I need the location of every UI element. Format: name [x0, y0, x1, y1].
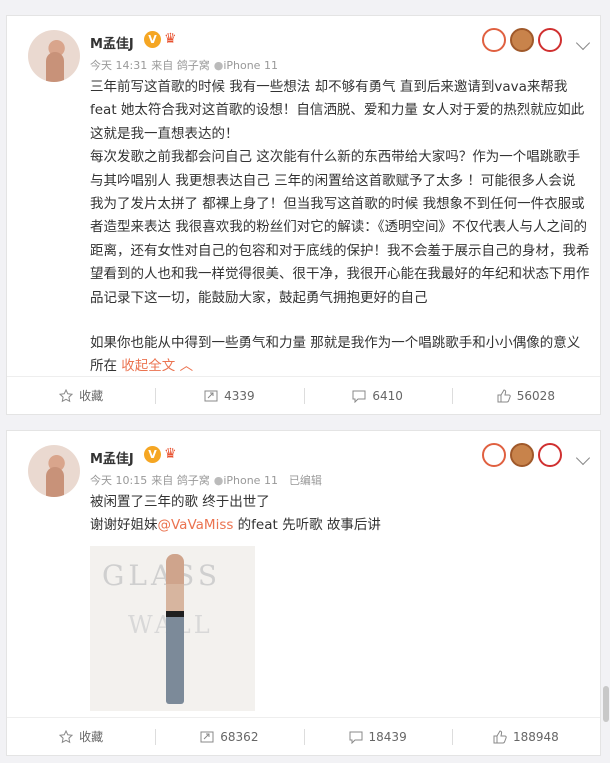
repost-button[interactable]: 68362: [155, 718, 303, 755]
droplet-icon: ●: [213, 474, 224, 487]
comment-count: 18439: [368, 729, 407, 744]
username[interactable]: M孟佳J: [90, 33, 134, 52]
repost-button[interactable]: 4339: [155, 377, 303, 414]
post-body: 三年前写这首歌的时候 我有一些想法 却不够有勇气 直到后来邀请到vava来帮我f…: [90, 76, 590, 379]
post-meta: 今天 14:31 来自 鸽子窝 ●iPhone 11: [90, 57, 282, 73]
chevron-down-icon[interactable]: [575, 35, 591, 51]
thumb-up-icon: [493, 729, 507, 743]
post-line-text: 的feat 先听歌 故事后讲: [233, 517, 381, 534]
collapse-label: 收起全文: [121, 358, 176, 375]
festive-decoration-icon: [482, 443, 562, 477]
post-line: 谢谢好姐妹@VaVaMiss 的feat 先听歌 故事后讲: [90, 514, 590, 537]
action-bar: 收藏 4339 6410 56028: [7, 376, 600, 414]
like-button[interactable]: 56028: [451, 377, 600, 414]
like-count: 188948: [512, 729, 559, 744]
verified-badge-icon: V: [144, 446, 161, 463]
post-source: 来自 鸽子窝: [151, 474, 210, 487]
verified-badge-icon: V: [144, 31, 161, 48]
festive-decoration-icon: [482, 28, 562, 62]
like-count: 56028: [516, 388, 555, 403]
favorite-button[interactable]: 收藏: [7, 718, 155, 755]
star-icon: [59, 388, 74, 402]
crown-icon: ♛: [164, 31, 177, 47]
post-device: iPhone 11: [223, 474, 278, 487]
crown-icon: ♛: [164, 446, 177, 462]
post-time[interactable]: 今天 14:31: [90, 59, 147, 72]
edited-label[interactable]: 已编辑: [289, 474, 322, 487]
repost-count: 68362: [220, 729, 259, 744]
post-device: iPhone 11: [223, 59, 278, 72]
favorite-label: 收藏: [79, 389, 104, 403]
post-line: 被闲置了三年的歌 终于出世了: [90, 494, 270, 510]
repost-icon: [204, 390, 218, 401]
collapse-text-link[interactable]: 收起全文 ︿: [121, 358, 193, 374]
username[interactable]: M孟佳J: [90, 448, 134, 467]
post-source: 来自 鸽子窝: [151, 59, 210, 72]
favorite-label: 收藏: [79, 730, 104, 744]
chevron-down-icon[interactable]: [575, 450, 591, 466]
repost-count: 4339: [224, 388, 255, 403]
scrollbar[interactable]: [603, 686, 609, 722]
weibo-post-2: M孟佳J V ♛ 今天 10:15 来自 鸽子窝 ●iPhone 11 已编辑 被闲…: [6, 430, 601, 756]
album-cover-image[interactable]: GLASS WALL: [90, 545, 255, 711]
repost-icon: [200, 731, 214, 742]
post-paragraph: 每次发歌之前我都会问自己 这次能有什么新的东西带给大家吗？作为一个唱跳歌手 与其…: [90, 149, 590, 306]
cover-title: GLASS: [102, 558, 222, 592]
star-icon: [59, 729, 74, 743]
post-meta: 今天 10:15 来自 鸽子窝 ●iPhone 11 已编辑: [90, 472, 326, 488]
post-paragraph: 如果你也能从中得到一些勇气和力量 那就是我作为一个唱跳歌手和小小偶像的意义所在 …: [90, 332, 590, 379]
post-paragraph: 三年前写这首歌的时候 我有一些想法 却不够有勇气 直到后来邀请到vava来帮我f…: [90, 79, 585, 142]
post-line-text: 谢谢好姐妹: [90, 517, 158, 534]
comment-button[interactable]: 18439: [303, 718, 452, 755]
comment-button[interactable]: 6410: [303, 377, 452, 414]
mention-link[interactable]: @VaVaMiss: [158, 517, 234, 533]
action-bar: 收藏 68362 18439 188948: [7, 717, 600, 755]
thumb-up-icon: [497, 388, 511, 402]
cover-figure: [166, 553, 184, 704]
droplet-icon: ●: [213, 59, 224, 72]
avatar[interactable]: [28, 445, 80, 497]
favorite-button[interactable]: 收藏: [7, 377, 155, 414]
avatar[interactable]: [28, 30, 80, 82]
post-time[interactable]: 今天 10:15: [90, 474, 147, 487]
weibo-post-1: M孟佳J V ♛ 今天 14:31 来自 鸽子窝 ●iPhone 11 三年前写这首…: [6, 15, 601, 415]
like-button[interactable]: 188948: [451, 718, 600, 755]
post-body: 被闲置了三年的歌 终于出世了 谢谢好姐妹@VaVaMiss 的feat 先听歌 …: [90, 491, 590, 711]
comment-icon: [349, 731, 363, 744]
comment-icon: [352, 390, 366, 403]
comment-count: 6410: [372, 388, 403, 403]
